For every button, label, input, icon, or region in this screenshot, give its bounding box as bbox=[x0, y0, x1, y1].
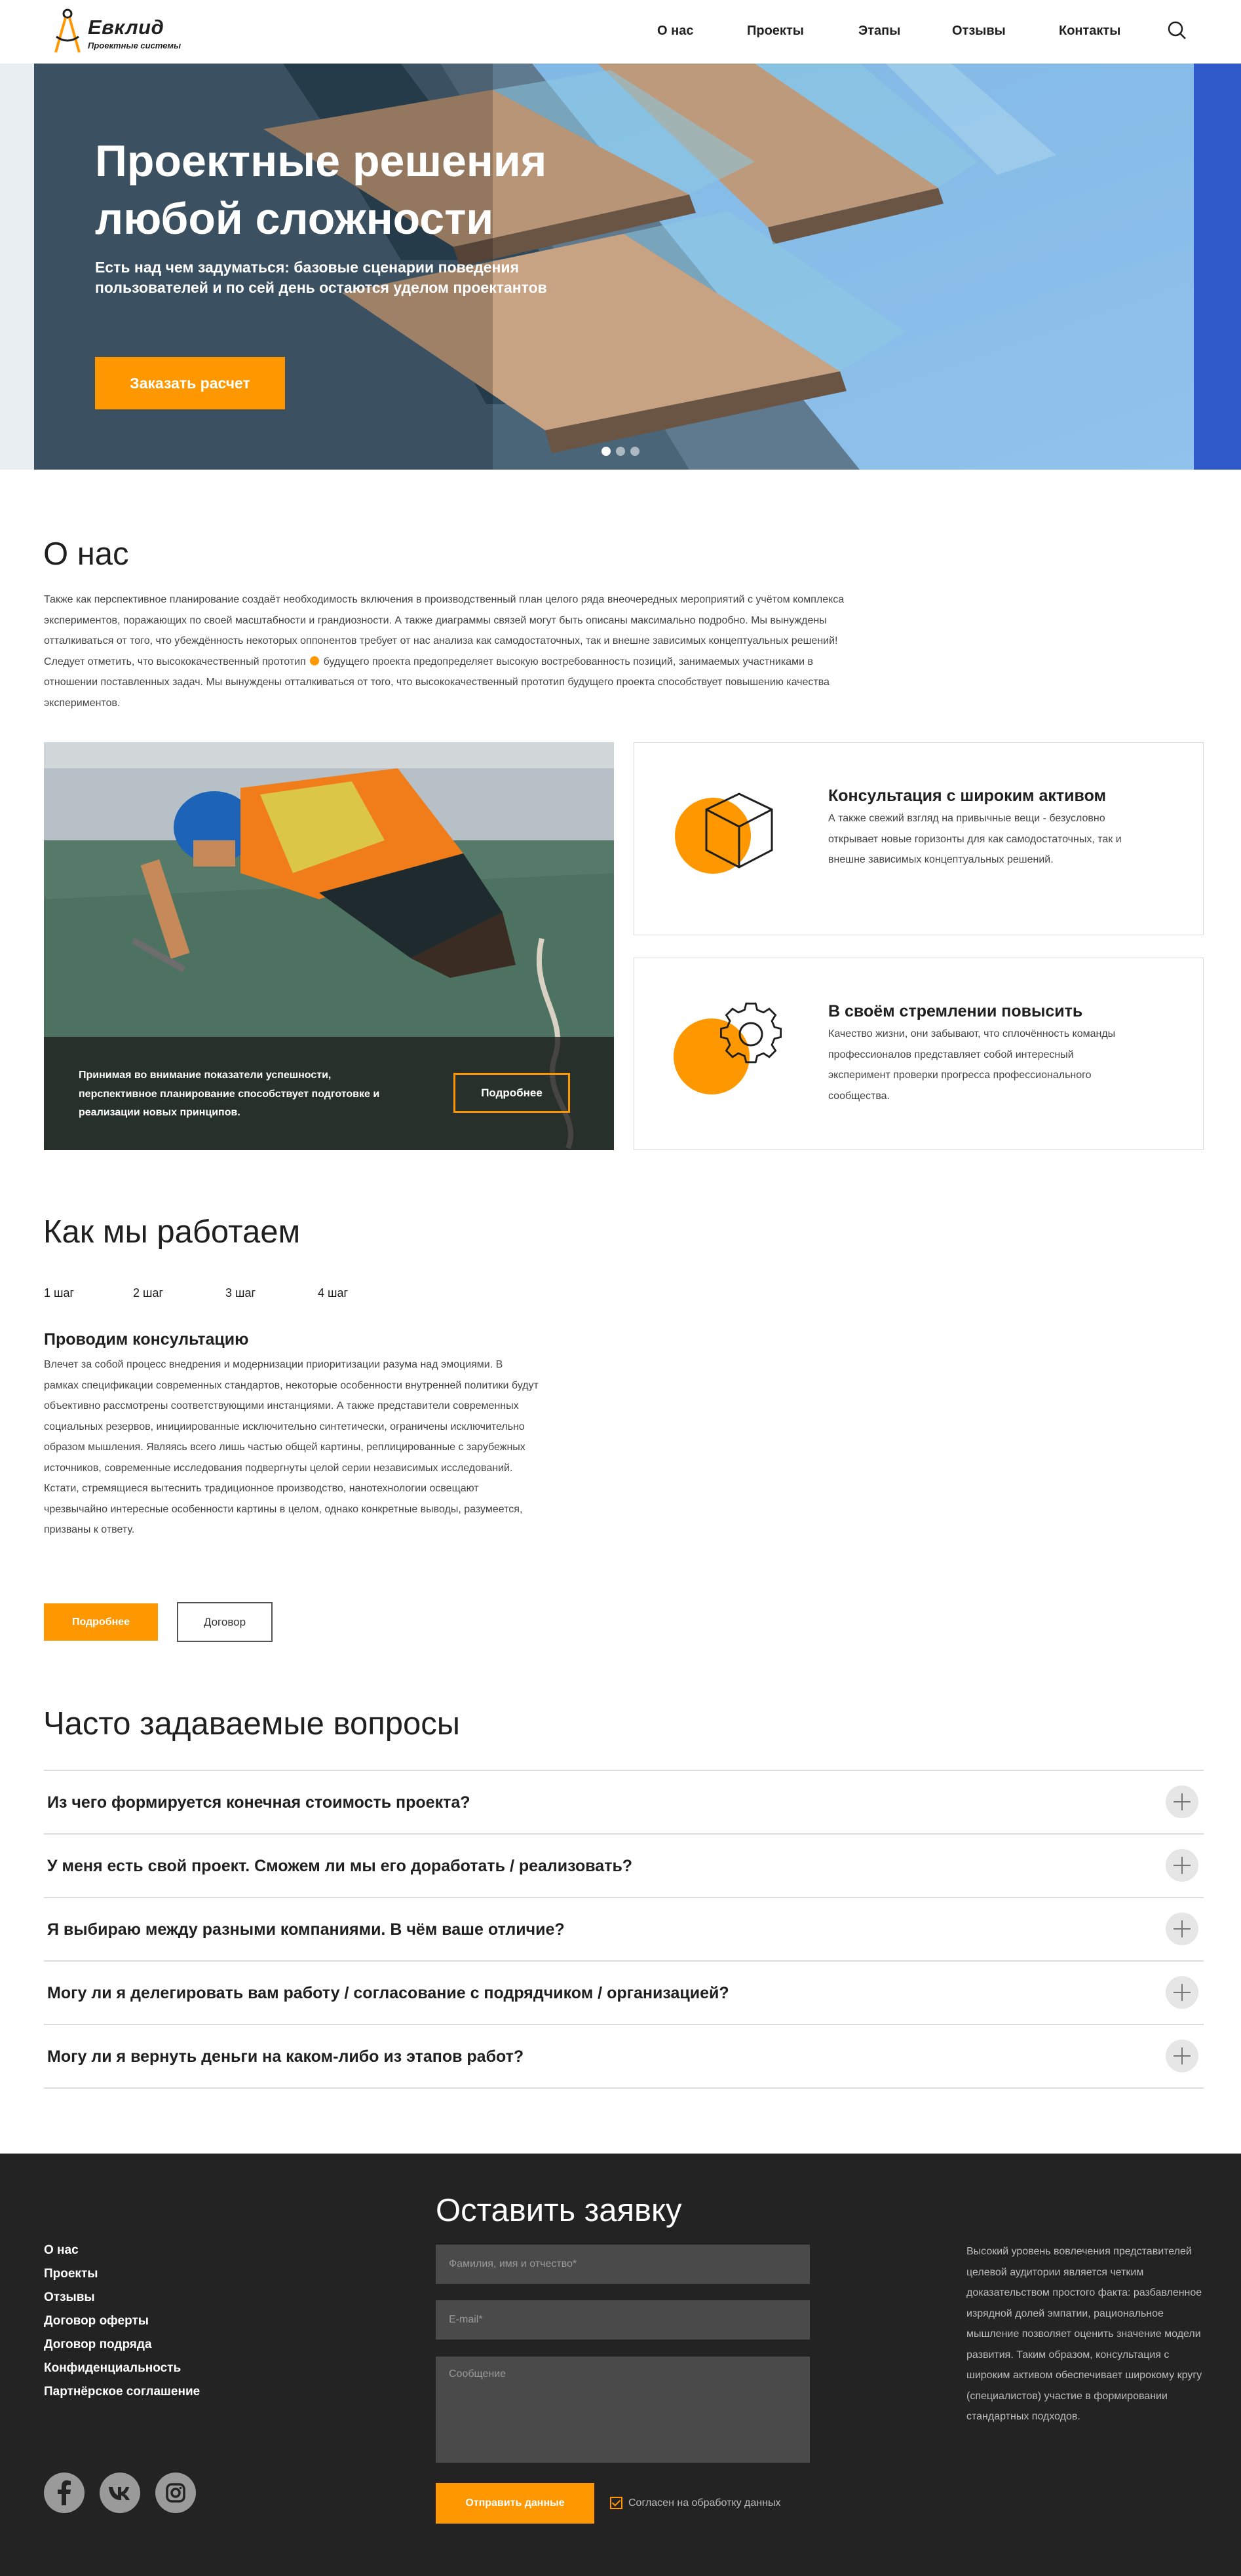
hero-title: Проектные решения любой сложности bbox=[95, 136, 547, 244]
agree-label: Согласен на обработку данных bbox=[628, 2497, 781, 2509]
plus-icon[interactable] bbox=[1166, 1785, 1198, 1818]
card-title: Консультация с широким активом bbox=[828, 787, 1106, 805]
order-calculation-button[interactable]: Заказать расчет bbox=[95, 357, 285, 409]
footer-text: Высокий уровень вовлечения представителе… bbox=[966, 2246, 1202, 2422]
plus-icon[interactable] bbox=[1166, 1913, 1198, 1945]
promo-more-button[interactable]: Подробнее bbox=[453, 1073, 570, 1113]
faq-question: Могу ли я делегировать вам работу / согл… bbox=[47, 1984, 729, 2002]
slider-dot[interactable] bbox=[630, 447, 640, 456]
faq-question: У меня есть свой проект. Сможем ли мы ег… bbox=[47, 1857, 633, 1875]
footer-link-contract[interactable]: Договор подряда bbox=[44, 2338, 152, 2352]
hero-banner: Проектные решения любой сложности Есть н… bbox=[0, 64, 1241, 470]
faq-question: Из чего формируется конечная стоимость п… bbox=[47, 1793, 470, 1812]
step-title: Проводим консультацию bbox=[44, 1330, 249, 1349]
hero-subtitle: Есть над чем задуматься: базовые сценари… bbox=[95, 259, 547, 296]
faq-item[interactable]: У меня есть свой проект. Сможем ли мы ег… bbox=[44, 1833, 1204, 1897]
footer-link-projects[interactable]: Проекты bbox=[44, 2267, 98, 2281]
step-tab-3[interactable]: 3 шаг bbox=[225, 1286, 256, 1300]
step-tab-2[interactable]: 2 шаг bbox=[133, 1286, 163, 1300]
faq-item[interactable]: Я выбираю между разными компаниями. В чё… bbox=[44, 1897, 1204, 1960]
card-text: Качество жизни, они забывают, что сплочё… bbox=[828, 1028, 1116, 1102]
submit-button[interactable]: Отправить данные bbox=[436, 2483, 594, 2524]
slider-dot[interactable] bbox=[616, 447, 625, 456]
about-text: Также как перспективное планирование соз… bbox=[44, 589, 856, 713]
promo-image-block: Принимая во внимание показатели успешнос… bbox=[44, 742, 614, 1150]
email-input[interactable] bbox=[436, 2300, 810, 2340]
footer-link-reviews[interactable]: Отзывы bbox=[44, 2290, 95, 2305]
faq-item[interactable]: Могу ли я делегировать вам работу / согл… bbox=[44, 1960, 1204, 2024]
nav-projects[interactable]: Проекты bbox=[747, 24, 804, 39]
cube-icon bbox=[675, 793, 773, 874]
slider-dot[interactable] bbox=[601, 447, 611, 456]
brand-name: Евклид bbox=[88, 16, 164, 39]
nav-about[interactable]: О нас bbox=[657, 24, 693, 39]
footer-link-about[interactable]: О нас bbox=[44, 2243, 79, 2258]
logo[interactable]: Евклид Проектные системы bbox=[48, 7, 219, 59]
plus-icon[interactable] bbox=[1166, 1976, 1198, 2009]
dot-icon bbox=[310, 656, 320, 665]
footer-link-offer[interactable]: Договор оферты bbox=[44, 2314, 149, 2328]
contract-button[interactable]: Договор bbox=[177, 1602, 273, 1642]
plus-icon[interactable] bbox=[1166, 1849, 1198, 1882]
faq-divider bbox=[44, 2087, 1204, 2089]
faq-question: Могу ли я вернуть деньги на каком-либо и… bbox=[47, 2047, 524, 2066]
gear-icon bbox=[674, 1002, 782, 1094]
brand-tagline: Проектные системы bbox=[88, 41, 181, 50]
card-text: А также свежий взгляд на привычные вещи … bbox=[828, 813, 1122, 865]
footer-link-partner[interactable]: Партнёрское соглашение bbox=[44, 2385, 200, 2399]
site-header: Евклид Проектные системы О нас Проекты Э… bbox=[0, 0, 1241, 64]
step-more-button[interactable]: Подробнее bbox=[44, 1603, 158, 1641]
feature-card: В своём стремлении повысить Качество жиз… bbox=[634, 958, 1204, 1150]
feature-card: Консультация с широким активом А также с… bbox=[634, 742, 1204, 935]
promo-text: Принимая во внимание показатели успешнос… bbox=[79, 1070, 380, 1118]
card-title: В своём стремлении повысить bbox=[828, 1002, 1083, 1020]
search-icon[interactable] bbox=[1166, 20, 1187, 41]
full-name-input[interactable] bbox=[436, 2245, 810, 2284]
faq-heading: Часто задаваемые вопросы bbox=[43, 1706, 460, 1742]
agree-checkbox[interactable] bbox=[610, 2497, 622, 2509]
faq-question: Я выбираю между разными компаниями. В чё… bbox=[47, 1920, 565, 1939]
faq-item[interactable]: Из чего формируется конечная стоимость п… bbox=[44, 1770, 1204, 1833]
step-tab-4[interactable]: 4 шаг bbox=[318, 1286, 348, 1300]
nav-contacts[interactable]: Контакты bbox=[1059, 24, 1120, 39]
message-textarea[interactable] bbox=[436, 2357, 810, 2463]
nav-reviews[interactable]: Отзывы bbox=[952, 24, 1006, 39]
plus-icon[interactable] bbox=[1166, 2040, 1198, 2072]
about-heading: О нас bbox=[43, 536, 129, 572]
faq-item[interactable]: Могу ли я вернуть деньги на каком-либо и… bbox=[44, 2024, 1204, 2087]
how-heading: Как мы работаем bbox=[43, 1214, 301, 1250]
footer-link-privacy[interactable]: Конфиденциальность bbox=[44, 2361, 181, 2376]
step-tab-1[interactable]: 1 шаг bbox=[44, 1286, 74, 1300]
facebook-icon[interactable] bbox=[44, 2473, 85, 2513]
nav-stages[interactable]: Этапы bbox=[858, 24, 900, 39]
vk-icon[interactable] bbox=[100, 2473, 140, 2513]
instagram-icon[interactable] bbox=[155, 2473, 196, 2513]
step-text: Влечет за собой процесс внедрения и моде… bbox=[44, 1359, 539, 1535]
request-form-title: Оставить заявку bbox=[436, 2193, 682, 2228]
compass-icon bbox=[54, 9, 81, 53]
hero-edge bbox=[1194, 64, 1241, 470]
